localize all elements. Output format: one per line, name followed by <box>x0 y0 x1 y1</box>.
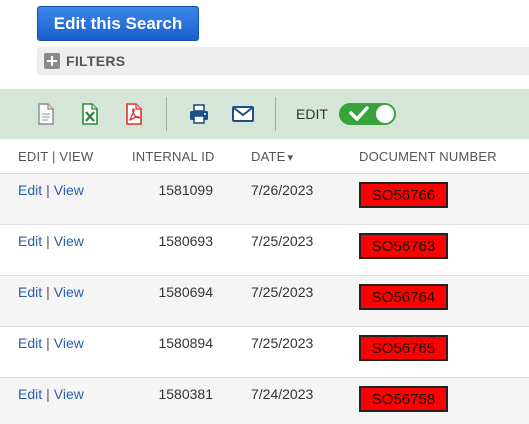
edit-mode-label: EDIT <box>296 106 328 122</box>
link-separator: | <box>46 182 50 198</box>
table-header: EDIT | VIEW INTERNAL ID DATE ▾ DOCUMENT N… <box>0 139 529 173</box>
view-link[interactable]: View <box>54 233 84 249</box>
link-separator: | <box>46 233 50 249</box>
document-number-cell: SO56758 <box>359 386 448 412</box>
document-number-cell: SO56766 <box>359 182 448 208</box>
checkmark-icon <box>349 106 369 121</box>
table-row: Edit | View 1581099 7/26/2023 SO56766 <box>0 173 529 224</box>
column-header-edit-view: EDIT | VIEW <box>18 149 94 164</box>
date-cell: 7/25/2023 <box>251 233 314 249</box>
table-row: Edit | View 1580694 7/25/2023 SO56764 <box>0 275 529 326</box>
edit-link[interactable]: Edit <box>18 233 42 249</box>
column-header-internal-id[interactable]: INTERNAL ID <box>132 149 215 164</box>
edit-link[interactable]: Edit <box>18 284 42 300</box>
toggle-knob <box>376 105 394 123</box>
table-row: Edit | View 1580381 7/24/2023 SO56758 <box>0 377 529 424</box>
toolbar-divider <box>166 97 167 131</box>
column-header-date-label: DATE <box>251 149 286 164</box>
sort-descending-icon: ▾ <box>287 152 294 164</box>
column-header-document-number[interactable]: DOCUMENT NUMBER <box>359 149 497 164</box>
internal-id-cell: 1581099 <box>158 182 213 198</box>
internal-id-cell: 1580894 <box>158 335 213 351</box>
print-icon[interactable] <box>187 102 211 126</box>
link-separator: | <box>46 335 50 351</box>
column-header-date[interactable]: DATE ▾ <box>251 149 293 164</box>
edit-view-links: Edit | View <box>18 386 84 402</box>
document-number-cell: SO56765 <box>359 335 448 361</box>
view-link[interactable]: View <box>54 335 84 351</box>
document-number-cell: SO56763 <box>359 233 448 259</box>
email-icon[interactable] <box>231 102 255 126</box>
date-cell: 7/25/2023 <box>251 335 314 351</box>
view-link[interactable]: View <box>54 284 84 300</box>
excel-icon[interactable] <box>78 102 102 126</box>
results-toolbar: EDIT <box>0 89 529 139</box>
link-separator: | <box>46 284 50 300</box>
link-separator: | <box>46 386 50 402</box>
edit-link[interactable]: Edit <box>18 182 42 198</box>
edit-link[interactable]: Edit <box>18 335 42 351</box>
edit-search-button[interactable]: Edit this Search <box>37 6 199 41</box>
edit-view-links: Edit | View <box>18 182 84 198</box>
edit-view-links: Edit | View <box>18 284 84 300</box>
internal-id-cell: 1580381 <box>158 386 213 402</box>
view-link[interactable]: View <box>54 386 84 402</box>
table-row: Edit | View 1580693 7/25/2023 SO56763 <box>0 224 529 275</box>
plus-square-icon[interactable] <box>44 53 60 69</box>
edit-view-links: Edit | View <box>18 335 84 351</box>
edit-link[interactable]: Edit <box>18 386 42 402</box>
filters-bar[interactable]: FILTERS <box>37 47 529 75</box>
date-cell: 7/25/2023 <box>251 284 314 300</box>
pdf-icon[interactable] <box>122 102 146 126</box>
table-row: Edit | View 1580894 7/25/2023 SO56765 <box>0 326 529 377</box>
internal-id-cell: 1580694 <box>158 284 213 300</box>
toolbar-divider <box>275 97 276 131</box>
document-icon[interactable] <box>34 102 58 126</box>
date-cell: 7/24/2023 <box>251 386 314 402</box>
date-cell: 7/26/2023 <box>251 182 314 198</box>
filters-label: FILTERS <box>66 53 126 69</box>
internal-id-cell: 1580693 <box>158 233 213 249</box>
edit-view-links: Edit | View <box>18 233 84 249</box>
document-number-cell: SO56764 <box>359 284 448 310</box>
edit-mode-toggle[interactable] <box>339 103 396 125</box>
view-link[interactable]: View <box>54 182 84 198</box>
